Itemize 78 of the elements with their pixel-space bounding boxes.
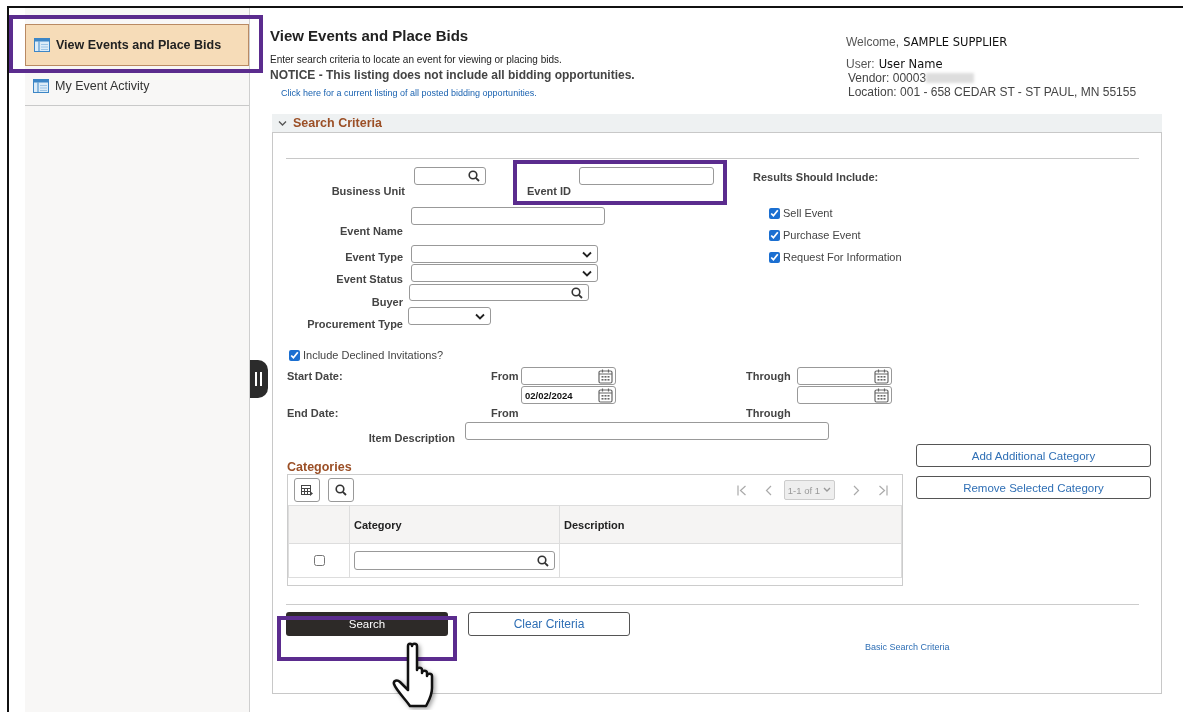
- field-label: Procurement Type: [306, 317, 403, 330]
- bidding-link[interactable]: Click here for a current listing of all posted bidding opportunities.: [270, 88, 537, 98]
- field-label: Business Unit: [330, 184, 405, 197]
- field-label: Event Type: [344, 250, 403, 263]
- option-label: Sell Event: [783, 207, 833, 219]
- date-value: 02/02/2024: [525, 389, 573, 401]
- page-layout-icon: [34, 38, 50, 52]
- page-title: View Events and Place Bids: [270, 27, 470, 44]
- search-icon[interactable]: [537, 554, 549, 567]
- calendar-icon[interactable]: [598, 387, 613, 403]
- option-label: Purchase Event: [783, 229, 861, 241]
- user-name: User Name: [878, 57, 943, 71]
- date-label: End Date:: [287, 406, 340, 419]
- notice: NOTICE - This listing does not include all bidding opportunities.: [270, 68, 636, 82]
- chevron-down-icon: [582, 250, 592, 258]
- from-label: From: [491, 370, 520, 382]
- business-unit-field[interactable]: [414, 167, 486, 185]
- categories-title: Categories: [287, 460, 353, 474]
- column-header: Category: [349, 505, 560, 544]
- search-icon[interactable]: [468, 170, 480, 182]
- date-field[interactable]: [797, 386, 892, 404]
- calendar-icon[interactable]: [598, 368, 613, 384]
- search-icon[interactable]: [335, 484, 347, 496]
- field-label: Event Name: [339, 224, 403, 237]
- category-field[interactable]: [354, 551, 555, 570]
- calendar-icon[interactable]: [874, 387, 889, 403]
- category-button[interactable]: Add Additional Category: [916, 444, 1151, 467]
- personalize-button[interactable]: [294, 478, 320, 502]
- grid-icon: [301, 484, 313, 496]
- supplier-name: SAMPLE SUPPLIER: [903, 35, 1008, 49]
- procurement-type-dropdown[interactable]: [408, 307, 491, 325]
- basic-search-link[interactable]: Basic Search Criteria: [865, 642, 950, 652]
- category-button[interactable]: Remove Selected Category: [916, 476, 1151, 499]
- buyer-field[interactable]: [409, 284, 589, 301]
- through-label: Through: [746, 406, 792, 419]
- column-header: Description: [559, 505, 902, 544]
- checkbox[interactable]: [313, 554, 325, 566]
- instructions: Enter search criteria to locate an event for viewing or placing bids.: [270, 54, 563, 65]
- chevron-down-icon: [475, 312, 485, 320]
- vendor-text: Vendor: 00003: [848, 71, 927, 85]
- field-label: Event ID: [527, 184, 571, 197]
- checkbox[interactable]: [769, 229, 780, 241]
- chevron-down-icon: [582, 269, 592, 277]
- calendar-icon[interactable]: [874, 368, 889, 384]
- user-label: User:: [846, 57, 875, 71]
- welcome-label: Welcome,: [846, 35, 900, 49]
- sidebar-item[interactable]: My Event Activity: [25, 66, 249, 106]
- checkbox[interactable]: [769, 251, 780, 263]
- item-description-field[interactable]: [465, 422, 829, 440]
- find-button[interactable]: [328, 478, 354, 502]
- search-icon[interactable]: [571, 286, 583, 299]
- field-label: Item Description: [367, 432, 455, 444]
- results-title: Results Should Include:: [753, 171, 880, 183]
- location-text: Location: 001 - 658 CEDAR ST - ST PAUL, MN 55155: [848, 85, 1137, 99]
- chevron-icon: [278, 118, 287, 128]
- section-header[interactable]: Search Criteria: [272, 114, 1162, 132]
- date-label: Start Date:: [287, 370, 344, 382]
- redaction-blur: [926, 73, 975, 83]
- sidebar-item[interactable]: View Events and Place Bids: [25, 24, 249, 66]
- page-layout-icon: [33, 78, 49, 93]
- option-label: Request For Information: [783, 251, 902, 263]
- option-label: Include Declined Invitations?: [303, 349, 444, 361]
- checkbox[interactable]: [769, 207, 780, 219]
- from-label: From: [491, 406, 520, 419]
- collapse-handle[interactable]: [250, 360, 268, 398]
- clear-criteria-button[interactable]: Clear Criteria: [468, 612, 630, 636]
- event-id-field[interactable]: [579, 167, 714, 185]
- event-name-field[interactable]: [411, 207, 605, 225]
- date-field[interactable]: [521, 367, 616, 385]
- through-label: Through: [746, 370, 792, 382]
- date-field[interactable]: [797, 367, 892, 385]
- chevron-down-icon: [823, 487, 831, 493]
- checkbox[interactable]: [289, 349, 300, 361]
- date-field[interactable]: 02/02/2024: [521, 386, 616, 404]
- event-type-dropdown[interactable]: [411, 245, 598, 263]
- section-title: Search Criteria: [293, 116, 382, 130]
- field-label: Buyer: [370, 295, 403, 308]
- field-label: Event Status: [335, 272, 403, 285]
